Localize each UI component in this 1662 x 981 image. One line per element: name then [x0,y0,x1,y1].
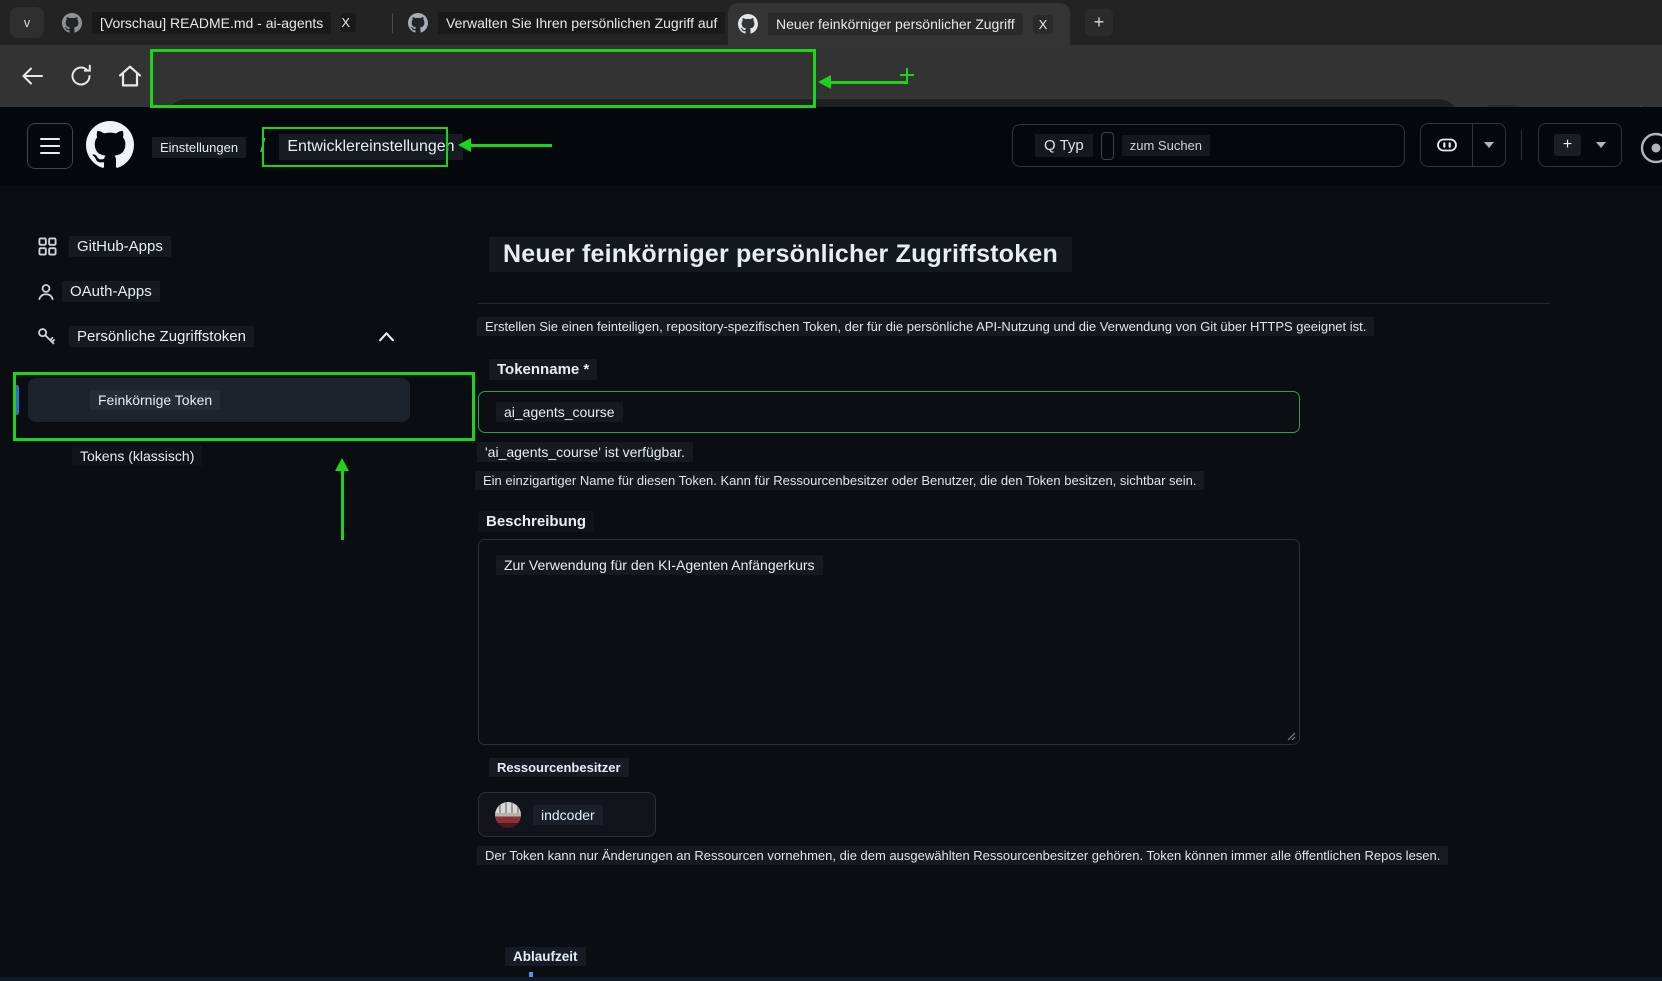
annotation-arrow-address-head [818,75,831,89]
description-textarea[interactable]: Zur Verwendung für den KI-Agenten Anfäng… [478,539,1300,745]
resource-owner-value: indcoder [533,805,603,825]
tab-close-icon[interactable]: X [1033,15,1054,34]
create-new-button-group[interactable]: + [1538,123,1622,167]
browser-window: v [Vorschau] README.md - ai-agents X Ver… [0,0,1662,981]
reload-button[interactable] [66,61,96,91]
resource-owner-button[interactable]: indcoder [478,792,656,837]
home-icon [116,62,144,90]
token-name-label: Tokenname * [489,359,597,380]
github-header: Einstellungen / Entwicklereinstellungen … [0,107,1662,187]
tab-close-icon[interactable]: X [341,13,356,32]
sidebar-item-github-apps[interactable]: GitHub-Apps [38,236,171,257]
description-value: Zur Verwendung für den KI-Agenten Anfäng… [496,555,823,575]
chevron-down-icon [1484,142,1494,148]
sidebar-item-label: OAuth-Apps [62,281,160,302]
github-favicon [62,13,82,33]
expiration-label: Ablaufzeit [505,947,586,966]
title-divider [478,303,1550,304]
annotation-arrow-breadcrumb-shaft [470,144,552,147]
avatar [495,802,521,828]
resize-handle-icon[interactable] [1287,732,1296,741]
sidebar-item-oauth-apps[interactable]: OAuth-Apps [36,281,160,302]
back-arrow-icon [18,62,46,90]
token-name-input[interactable]: ai_agents_course [478,391,1300,433]
github-favicon [408,13,428,33]
annotation-box-address-bar [150,49,816,108]
intro-text: Erstellen Sie einen feinteiligen, reposi… [477,317,1374,336]
token-name-value: ai_agents_course [496,402,623,422]
browser-tab-readme[interactable]: [Vorschau] README.md - ai-agents X [52,0,366,45]
resource-owner-label: Ressourcenbesitzer [489,758,629,777]
sidebar-item-tokens-classic[interactable]: Tokens (klassisch) [72,446,202,466]
github-favicon [738,14,758,34]
search-text: Q Typ [1035,134,1093,157]
person-icon [36,282,56,302]
browser-tab-strip: v [Vorschau] README.md - ai-agents X Ver… [0,0,1662,45]
annotation-arrow-breadcrumb-head [458,138,471,152]
vertical-tabs-button[interactable]: v [10,7,44,38]
key-icon [36,326,57,347]
apps-grid-icon [38,237,57,256]
github-logo[interactable] [86,121,134,169]
back-button[interactable] [18,62,46,90]
settings-page: GitHub-Apps OAuth-Apps Persönliche Zugri… [0,186,1662,981]
chevron-down-icon [1596,142,1606,148]
tab-divider [392,13,393,33]
tab-title: Neuer feinkörniger persönlicher Zugriff [768,13,1023,35]
reload-icon [66,61,96,91]
vertical-tabs-label: v [24,15,31,30]
description-label: Beschreibung [478,511,594,532]
global-nav-menu-button[interactable] [27,123,73,169]
tab-title: [Vorschau] README.md - ai-agents [92,12,331,34]
copilot-icon [1435,133,1459,157]
plus-label: + [1554,134,1581,156]
annotation-plus-mark [900,74,914,76]
copilot-caret-button[interactable] [1473,142,1505,148]
page-title: Neuer feinkörniger persönlicher Zugriffs… [489,237,1072,272]
browser-tab-new-token-active[interactable]: Neuer feinkörniger persönlicher Zugriff … [728,3,1070,45]
home-button[interactable] [116,62,144,90]
slash-kbd-icon [1101,132,1114,160]
breadcrumb-settings[interactable]: Einstellungen [152,137,246,158]
copilot-button-group[interactable] [1420,123,1506,167]
availability-message: 'ai_agents_course' ist verfügbar. [477,442,693,462]
annotation-arrow-sidebar-head [335,458,349,471]
browser-tab-manage-access[interactable]: Verwalten Sie Ihren persönlichen Zugriff… [398,0,760,45]
annotation-arrow-address-shaft [830,81,908,84]
circle-dot-icon [1638,130,1662,166]
global-search-input[interactable]: Q Typ zum Suchen [1012,124,1405,167]
header-divider [1521,130,1522,160]
tab-title: Verwalten Sie Ihren persönlichen Zugriff… [438,12,725,34]
bottom-partial-row [0,977,1662,981]
annotation-arrow-sidebar-shaft [341,468,344,540]
issues-icon-partial[interactable] [1638,130,1662,166]
copilot-menu-button[interactable] [1421,124,1473,166]
sidebar-item-personal-access-tokens[interactable]: Persönliche Zugriffstoken [36,326,254,347]
sidebar-item-label: GitHub-Apps [69,236,171,257]
search-hint: zum Suchen [1122,135,1210,156]
new-tab-button[interactable]: + [1085,9,1113,36]
annotation-box-fine-grained-tokens [13,372,475,441]
chevron-up-icon[interactable] [378,331,395,342]
sidebar-item-label: Persönliche Zugriffstoken [69,326,254,347]
resource-owner-help: Der Token kann nur Änderungen an Ressour… [477,846,1448,865]
annotation-box-developer-settings [262,127,448,167]
token-name-help: Ein einzigartiger Name für diesen Token.… [475,471,1204,490]
